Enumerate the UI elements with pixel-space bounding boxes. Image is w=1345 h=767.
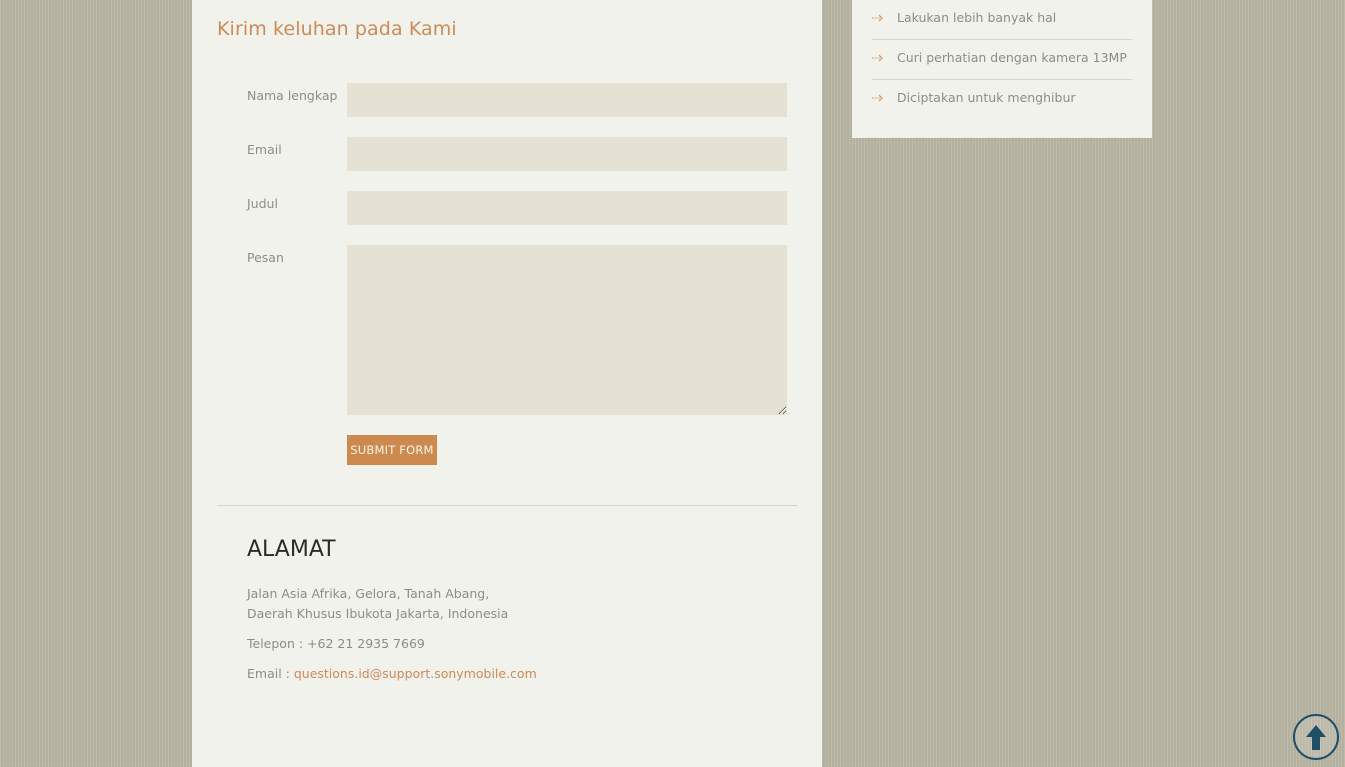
email-label: Email: [247, 142, 282, 157]
email-contact-label: Email :: [247, 666, 294, 681]
arrow-up-icon: [1306, 725, 1326, 750]
message-label: Pesan: [247, 250, 284, 265]
full-name-input[interactable]: [347, 83, 787, 117]
sidebar-link-3[interactable]: Diciptakan untuk menghibur: [897, 90, 1076, 105]
phone-text: Telepon : +62 21 2935 7669: [247, 636, 425, 651]
email-input[interactable]: [347, 137, 787, 171]
subject-input[interactable]: [347, 191, 787, 225]
address-line-1: Jalan Asia Afrika, Gelora, Tanah Abang,: [247, 586, 490, 601]
message-textarea[interactable]: [347, 245, 787, 415]
sidebar-item-2[interactable]: Curi perhatian dengan kamera 13MP: [872, 40, 1132, 80]
sidebar-item-1[interactable]: Lakukan lebih banyak hal: [872, 0, 1132, 40]
address-line-2: Daerah Khusus Ibukota Jakarta, Indonesia: [247, 606, 509, 621]
main-content-panel: Kirim keluhan pada Kami Nama lengkap Ema…: [192, 0, 822, 767]
address-heading: ALAMAT: [247, 537, 336, 562]
email-contact-link[interactable]: questions.id@support.sonymobile.com: [294, 666, 537, 681]
email-contact: Email : questions.id@support.sonymobile.…: [247, 666, 537, 681]
sidebar-link-2[interactable]: Curi perhatian dengan kamera 13MP: [897, 50, 1127, 65]
section-divider: [217, 505, 797, 506]
subject-label: Judul: [247, 196, 278, 211]
sidebar-item-3[interactable]: Diciptakan untuk menghibur: [872, 80, 1132, 120]
submit-form-button[interactable]: SUBMIT FORM: [347, 435, 437, 465]
arrow-right-icon: [872, 94, 883, 102]
full-name-label: Nama lengkap: [247, 88, 338, 103]
sidebar-panel: Lakukan lebih banyak hal Curi perhatian …: [852, 0, 1152, 138]
arrow-right-icon: [872, 14, 883, 22]
arrow-right-icon: [872, 54, 883, 62]
sidebar-list: Lakukan lebih banyak hal Curi perhatian …: [872, 0, 1132, 120]
back-to-top-button[interactable]: [1293, 714, 1339, 760]
sidebar-link-1[interactable]: Lakukan lebih banyak hal: [897, 10, 1056, 25]
form-heading: Kirim keluhan pada Kami: [217, 18, 457, 40]
